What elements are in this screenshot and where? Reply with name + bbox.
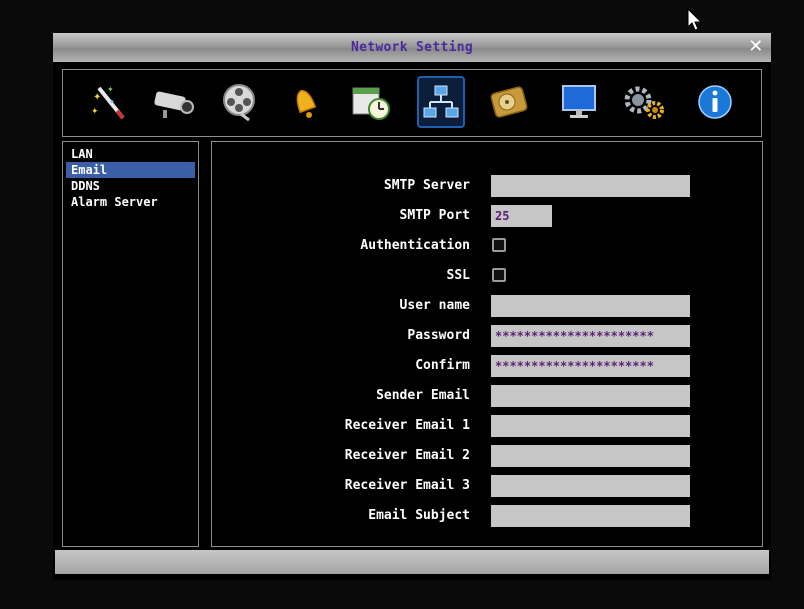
svg-text:✦: ✦ [109, 98, 115, 106]
receiver-email-1-label: Receiver Email 1 [344, 418, 470, 433]
email-settings-panel: SMTP Server SMTP Port 25 Authentication … [211, 141, 763, 547]
password-row: Password ********************** [212, 325, 762, 347]
receiver-email-2-row: Receiver Email 2 [212, 445, 762, 467]
authentication-checkbox[interactable] [492, 238, 506, 252]
menu-toolbar: ✦ ✦ ✦ ✦ [62, 69, 762, 137]
close-icon: ✕ [748, 36, 764, 57]
email-subject-label: Email Subject [368, 508, 470, 523]
receiver-email-1-input[interactable] [491, 415, 690, 437]
email-subject-input[interactable] [491, 505, 690, 527]
smtp-port-row: SMTP Port 25 [212, 205, 762, 227]
network-icon[interactable] [417, 76, 465, 128]
authentication-row: Authentication [212, 235, 762, 257]
film-reel-icon[interactable] [215, 76, 263, 128]
svg-text:✦: ✦ [91, 107, 99, 117]
sidebar-item-ddns[interactable]: DDNS [66, 178, 195, 194]
schedule-clock-icon[interactable] [347, 76, 395, 128]
password-label: Password [407, 328, 470, 343]
receiver-email-2-label: Receiver Email 2 [344, 448, 470, 463]
svg-text:✦: ✦ [93, 92, 101, 103]
sender-email-label: Sender Email [376, 388, 470, 403]
ssl-label: SSL [446, 268, 470, 283]
smtp-server-label: SMTP Server [383, 178, 470, 193]
wizard-wand-icon[interactable]: ✦ ✦ ✦ ✦ [85, 76, 133, 128]
receiver-email-3-label: Receiver Email 3 [344, 478, 470, 493]
password-input[interactable]: ********************** [491, 325, 690, 347]
user-name-label: User name [399, 298, 470, 313]
network-settings-sidebar: LAN Email DDNS Alarm Server [62, 141, 199, 547]
smtp-server-input[interactable] [491, 175, 690, 197]
sender-email-input[interactable] [491, 385, 690, 407]
close-button[interactable]: ✕ [747, 38, 765, 56]
smtp-server-row: SMTP Server [212, 175, 762, 197]
svg-text:✦: ✦ [107, 85, 114, 94]
mouse-cursor-icon [687, 8, 703, 31]
confirm-label: Confirm [415, 358, 470, 373]
authentication-label: Authentication [360, 238, 470, 253]
receiver-email-2-input[interactable] [491, 445, 690, 467]
camera-icon[interactable] [149, 76, 197, 128]
sidebar-item-email[interactable]: Email [66, 162, 195, 178]
ssl-checkbox[interactable] [492, 268, 506, 282]
title-bar: Network Setting ✕ [53, 33, 771, 62]
confirm-password-input[interactable]: ********************** [491, 355, 690, 377]
receiver-email-3-input[interactable] [491, 475, 690, 497]
email-subject-row: Email Subject [212, 505, 762, 527]
alarm-bell-icon[interactable] [281, 76, 329, 128]
sidebar-item-lan[interactable]: LAN [66, 146, 195, 162]
network-setting-dialog: Network Setting ✕ ✦ ✦ ✦ ✦ LAN Email DDNS… [53, 33, 771, 580]
hard-disk-icon[interactable] [485, 76, 533, 128]
confirm-row: Confirm ********************** [212, 355, 762, 377]
monitor-icon[interactable] [555, 76, 603, 128]
status-bar [55, 550, 769, 574]
info-icon[interactable] [691, 76, 739, 128]
smtp-port-label: SMTP Port [399, 208, 470, 223]
sender-email-row: Sender Email [212, 385, 762, 407]
window-title: Network Setting [351, 40, 473, 55]
sidebar-item-alarm-server[interactable]: Alarm Server [66, 194, 195, 210]
user-name-row: User name [212, 295, 762, 317]
system-gears-icon[interactable] [621, 76, 669, 128]
receiver-email-1-row: Receiver Email 1 [212, 415, 762, 437]
ssl-row: SSL [212, 265, 762, 287]
smtp-port-input[interactable]: 25 [491, 205, 552, 227]
user-name-input[interactable] [491, 295, 690, 317]
receiver-email-3-row: Receiver Email 3 [212, 475, 762, 497]
